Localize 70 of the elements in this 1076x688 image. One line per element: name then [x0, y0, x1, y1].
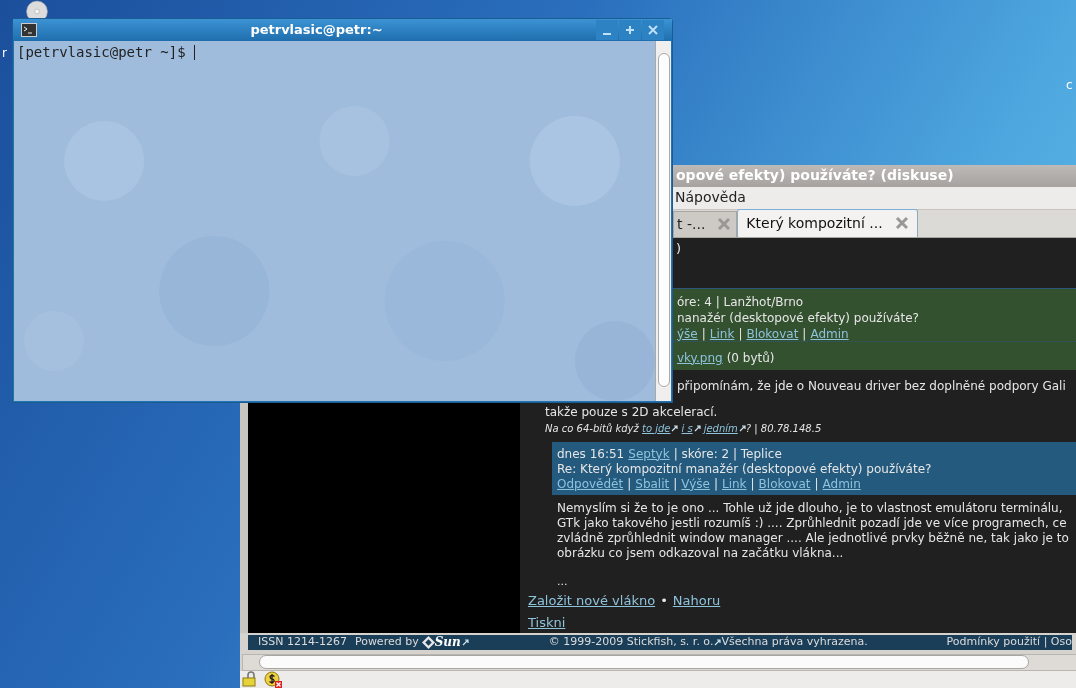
- text-cursor: [193, 45, 195, 60]
- link[interactable]: ýše: [677, 325, 698, 342]
- comment-text: zvládně zprůhlednit window manager .... Ale jednotlivé prvky běžně ne, tak jako je to: [557, 530, 1070, 546]
- rights-text: Všechna práva vyhrazena.: [721, 633, 868, 650]
- link[interactable]: to jde: [641, 420, 671, 436]
- scrollbar-thumb[interactable]: [657, 53, 670, 387]
- comment-text: obrázku co jsem odkazoval na začátku vlákna...: [557, 545, 845, 561]
- link[interactable]: Blokovat: [746, 325, 799, 342]
- comment-text: Nemyslím si že to je ono ... Tohle už jde dlouho, je to vlastnost emulátoru terminálu,: [557, 500, 1064, 516]
- comment-meta: | skóre: 2 | Teplice: [673, 446, 782, 462]
- comment-subject: nanažér (desktopové efekty) používáte?: [677, 309, 920, 326]
- minimize-icon[interactable]: [596, 20, 618, 40]
- external-link-icon: [714, 638, 722, 646]
- close-icon[interactable]: [642, 20, 664, 40]
- window-title: opové efekty) používáte? (diskuse): [676, 166, 954, 186]
- link[interactable]: Nahoru: [672, 590, 721, 611]
- separator-text: |: [713, 476, 718, 492]
- comment-text: takže pouze s 2D akcelerací.: [545, 403, 719, 420]
- link[interactable]: Blokovat: [758, 476, 811, 492]
- link[interactable]: Septyk: [628, 446, 670, 462]
- content-text: ): [675, 239, 683, 258]
- prompt-text: [petrvlasic@petr ~]$: [17, 43, 186, 62]
- link[interactable]: Výše: [681, 476, 710, 492]
- link[interactable]: Link: [709, 325, 735, 342]
- link[interactable]: jedním: [703, 420, 738, 436]
- link[interactable]: Tiskni: [528, 615, 566, 631]
- comment-text: GTk jako takového jestli rozumíš :) .... Zprůhlednit pozadí jde ve více programech, ce: [557, 515, 1068, 531]
- terminal-icon[interactable]: [21, 23, 37, 37]
- separator-text: |: [814, 476, 819, 492]
- link[interactable]: vky.png: [677, 348, 723, 367]
- link[interactable]: Admin: [822, 476, 861, 492]
- link[interactable]: Založit nové vlákno: [528, 590, 656, 611]
- separator-text: |: [627, 476, 632, 492]
- separator-text: |: [750, 476, 755, 492]
- separator-text: |: [701, 325, 706, 342]
- powered-text: Powered by: [354, 633, 419, 650]
- link[interactable]: Sbalit: [635, 476, 670, 492]
- link[interactable]: Odpovědět: [557, 476, 624, 492]
- separator-text: |: [802, 325, 807, 342]
- dollar-badge-icon[interactable]: [264, 670, 282, 688]
- comment-subject: Re: Který kompozitní manažér (desktopové efekty) používáte?: [557, 461, 933, 477]
- file-size: (0 bytů): [726, 349, 775, 367]
- separator-text: |: [673, 476, 678, 492]
- link[interactable]: Admin: [810, 325, 849, 342]
- link[interactable]: i s: [681, 420, 693, 436]
- vertical-scrollbar[interactable]: [655, 41, 671, 401]
- window-title: petrvlasic@petr:~: [249, 21, 384, 40]
- close-icon[interactable]: [717, 217, 732, 232]
- issn-text: ISSN 1214-1267: [258, 633, 347, 650]
- brand-link[interactable]: Sun: [434, 633, 461, 652]
- external-link-icon: [461, 638, 469, 646]
- tab[interactable]: t -...: [673, 210, 738, 237]
- menu-item[interactable]: Nápověda: [675, 187, 746, 209]
- separator-text: |: [738, 325, 743, 342]
- horizontal-scrollbar[interactable]: [242, 653, 1076, 671]
- scrollbar-thumb[interactable]: [259, 655, 1029, 670]
- comment-meta: óre: 4 | Lanžhot/Brno: [677, 293, 805, 310]
- close-icon[interactable]: [894, 216, 909, 231]
- signature-text: Na co 64-bitů když to jde i s jedním ? | 80.78.148.5: [544, 419, 823, 436]
- ellipsis-text: ...: [557, 573, 569, 589]
- bullet-text: •: [660, 591, 668, 610]
- comment-time: dnes 16:51: [557, 446, 625, 462]
- maximize-icon[interactable]: [619, 20, 641, 40]
- link[interactable]: Link: [721, 476, 747, 492]
- desktop-icon-label[interactable]: r: [2, 44, 7, 62]
- terms-link[interactable]: Podmínky použití | Oso: [946, 633, 1072, 651]
- comment-text: připomínám, že jde o Nouveau driver bez doplněné podpory Gali: [676, 377, 1067, 394]
- tab[interactable]: Který kompozitní ...: [737, 208, 918, 237]
- padlock-icon[interactable]: [242, 671, 258, 688]
- copyright-link[interactable]: © 1999-2009 Stickfish, s. r. o.: [548, 633, 714, 651]
